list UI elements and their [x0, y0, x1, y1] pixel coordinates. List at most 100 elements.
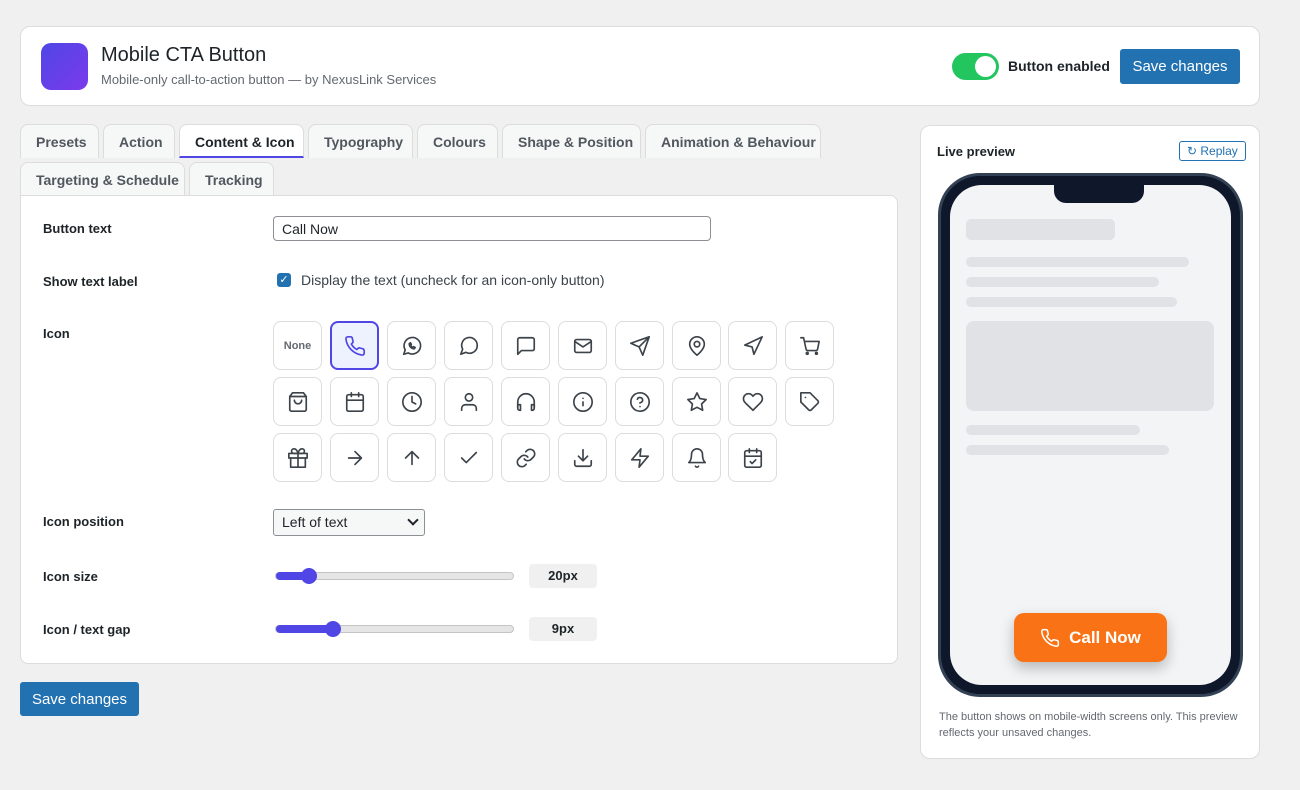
clock-icon — [401, 391, 422, 412]
icon-option-zap[interactable] — [615, 433, 664, 482]
save-changes-button-bottom[interactable]: Save changes — [20, 682, 139, 716]
download-icon — [573, 448, 592, 467]
icon-option-headphones[interactable] — [501, 377, 550, 426]
slider-thumb[interactable] — [301, 568, 318, 584]
message-square-icon — [516, 336, 535, 355]
icon-option-mail[interactable] — [558, 321, 607, 370]
icon-option-heart[interactable] — [728, 377, 777, 426]
skeleton-line — [966, 445, 1169, 455]
arrow-up-icon — [404, 450, 419, 465]
icon-option-help-circle[interactable] — [615, 377, 664, 426]
icon-position-label: Icon position — [43, 514, 124, 529]
show-text-label-desc: Display the text (uncheck for an icon-on… — [301, 272, 605, 288]
icon-option-send[interactable] — [615, 321, 664, 370]
button-enabled-label: Button enabled — [1008, 58, 1110, 74]
icon-size-value: 20px — [529, 564, 597, 588]
icon-size-label: Icon size — [43, 569, 98, 584]
tab-shape-position[interactable]: Shape & Position — [502, 124, 641, 158]
info-icon — [572, 391, 593, 412]
show-text-label-checkbox[interactable]: ✓ — [277, 273, 291, 287]
button-text-label: Button text — [43, 221, 112, 236]
mail-icon — [573, 338, 592, 353]
tab-presets[interactable]: Presets — [20, 124, 99, 158]
icon-text-gap-slider[interactable] — [275, 621, 514, 637]
skeleton-line — [966, 257, 1189, 267]
slider-thumb[interactable] — [324, 621, 341, 637]
tab-colours[interactable]: Colours — [417, 124, 498, 158]
whatsapp-icon — [402, 336, 421, 355]
icon-option-user[interactable] — [444, 377, 493, 426]
icon-option-link[interactable] — [501, 433, 550, 482]
calendar-check-icon — [743, 447, 762, 468]
phone-icon — [1041, 628, 1060, 647]
button-text-input[interactable] — [273, 216, 711, 241]
settings-panel: Button text Show text label ✓ Display th… — [20, 195, 898, 664]
skeleton-line — [966, 425, 1140, 435]
heart-icon — [742, 392, 763, 411]
icon-option-whatsapp[interactable] — [387, 321, 436, 370]
icon-position-value: Left of text — [282, 514, 348, 530]
tab-content-icon[interactable]: Content & Icon — [179, 124, 304, 158]
icon-option-calendar[interactable] — [330, 377, 379, 426]
plugin-logo — [41, 43, 88, 90]
show-text-label-label: Show text label — [43, 274, 138, 289]
icon-option-clock[interactable] — [387, 377, 436, 426]
page-subtitle: Mobile-only call-to-action button — by N… — [101, 72, 437, 87]
message-circle-icon — [459, 336, 478, 355]
icon-option-none[interactable]: None — [273, 321, 322, 370]
tab-animation-behaviour[interactable]: Animation & Behaviour — [645, 124, 821, 158]
map-pin-icon — [688, 335, 705, 356]
icon-option-message-square[interactable] — [501, 321, 550, 370]
plugin-header: Mobile CTA Button Mobile-only call-to-ac… — [20, 26, 1260, 106]
tab-action[interactable]: Action — [103, 124, 175, 158]
icon-option-message-circle[interactable] — [444, 321, 493, 370]
preview-note: The button shows on mobile-width screens… — [939, 711, 1238, 739]
phone-notch — [1054, 185, 1144, 203]
check-icon — [460, 451, 477, 463]
tab-targeting-schedule[interactable]: Targeting & Schedule — [20, 162, 185, 196]
shopping-cart-icon — [799, 336, 820, 355]
icon-option-download[interactable] — [558, 433, 607, 482]
zap-icon — [630, 447, 649, 468]
skeleton-heading — [966, 219, 1115, 240]
user-icon — [460, 392, 477, 411]
tab-typography[interactable]: Typography — [308, 124, 413, 158]
icon-option-tag[interactable] — [785, 377, 834, 426]
icon-option-calendar-check[interactable] — [728, 433, 777, 482]
star-icon — [686, 391, 707, 411]
skeleton-image — [966, 321, 1214, 411]
icon-option-check[interactable] — [444, 433, 493, 482]
skeleton-line — [966, 277, 1159, 287]
navigation-icon — [743, 335, 763, 355]
shopping-bag-icon — [288, 391, 307, 412]
gift-icon — [287, 447, 308, 468]
live-preview-title: Live preview — [937, 144, 1016, 159]
icon-option-star[interactable] — [672, 377, 721, 426]
icon-option-map-pin[interactable] — [672, 321, 721, 370]
chevron-down-icon — [407, 514, 419, 526]
headphones-icon — [516, 392, 535, 411]
cta-button-preview[interactable]: Call Now — [1014, 613, 1167, 662]
calendar-icon — [345, 391, 364, 412]
tab-tracking[interactable]: Tracking — [189, 162, 274, 196]
icon-position-select[interactable]: Left of text — [273, 509, 425, 536]
replay-button[interactable]: ↻ Replay — [1179, 141, 1246, 161]
link-icon — [515, 447, 536, 468]
phone-icon — [344, 335, 365, 356]
icon-option-bell[interactable] — [672, 433, 721, 482]
skeleton-line — [966, 297, 1177, 307]
icon-option-shopping-cart[interactable] — [785, 321, 834, 370]
save-changes-button-top[interactable]: Save changes — [1120, 49, 1240, 84]
button-enabled-toggle[interactable] — [952, 53, 999, 80]
icon-option-arrow-up[interactable] — [387, 433, 436, 482]
page-title: Mobile CTA Button — [101, 44, 267, 66]
icon-option-arrow-right[interactable] — [330, 433, 379, 482]
help-circle-icon — [629, 391, 650, 412]
icon-option-gift[interactable] — [273, 433, 322, 482]
icon-size-slider[interactable] — [275, 568, 514, 584]
icon-option-shopping-bag[interactable] — [273, 377, 322, 426]
phone-mockup: Call Now — [938, 173, 1243, 697]
icon-option-phone[interactable] — [330, 321, 379, 370]
icon-option-navigation[interactable] — [728, 321, 777, 370]
icon-option-info[interactable] — [558, 377, 607, 426]
